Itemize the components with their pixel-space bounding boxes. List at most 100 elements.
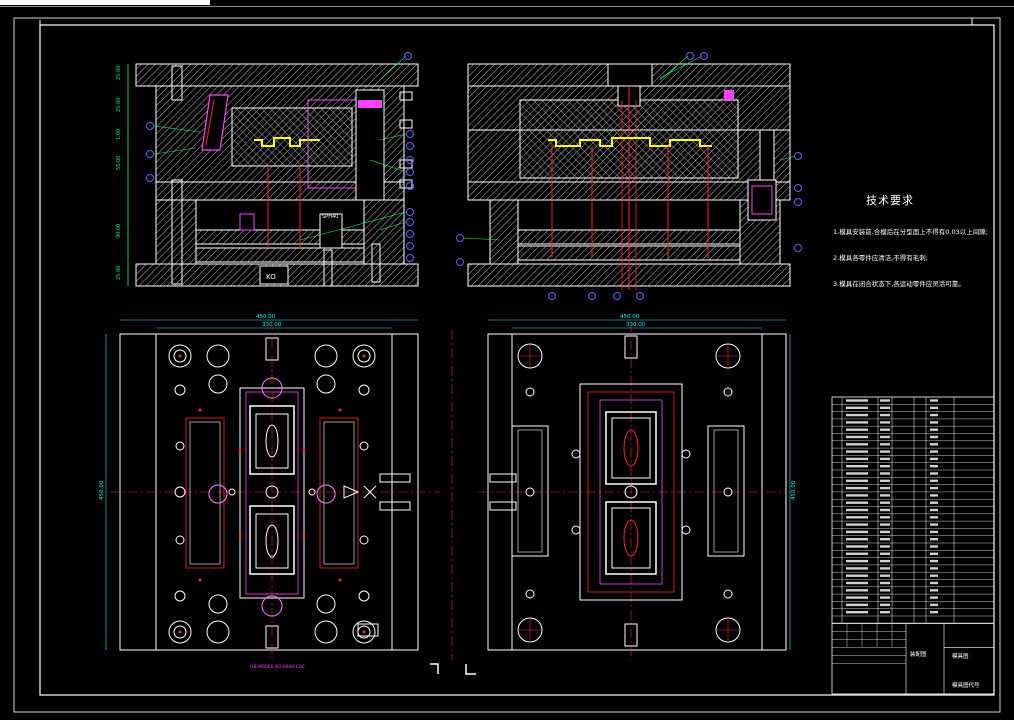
bom-cell-text — [930, 545, 938, 548]
bom-cell-text — [880, 450, 890, 453]
bom-cell-text — [846, 450, 868, 453]
plan-view-right: 450.00 330.00 450.00 — [478, 314, 800, 660]
bom-cell-text — [880, 603, 890, 607]
title-block-code: 模具图代号 — [952, 683, 980, 689]
bom-cell-text — [930, 450, 938, 453]
bom-cell-text — [846, 530, 868, 534]
bom-cell-text — [930, 413, 938, 417]
bom-cell-text — [880, 523, 890, 526]
bom-cell-text — [846, 538, 868, 541]
svg-text:90.00: 90.00 — [116, 224, 122, 238]
bom-cell-text — [930, 508, 938, 512]
tech-requirement-1: 1.模具安装前,合模后在分型面上不得有0.03以上间隙; — [833, 228, 988, 236]
bom-cell-text — [846, 457, 868, 461]
bom-cell-text — [846, 472, 868, 475]
bom-cell-text — [880, 435, 890, 439]
section-view-left: KO SPH40 25.00 25.00 1.00 55.00 90.00 25… — [116, 52, 419, 287]
bom-cell-text — [930, 559, 938, 563]
plan-view-left: 450.00 330.00 450.00 GB-M0000-A0-0000-C0… — [99, 314, 440, 670]
bom-cell-text — [880, 457, 890, 461]
bom-cell-text — [930, 465, 938, 468]
bom-cell-text — [880, 538, 890, 541]
bom-cell-text — [880, 501, 890, 504]
bom-cell-text — [846, 443, 868, 446]
bom-cell-text — [846, 574, 868, 577]
bom-cell-text — [846, 581, 868, 585]
bom-cell-text — [846, 603, 868, 607]
bom-cell-text — [930, 567, 938, 570]
bom-cell-text — [846, 479, 868, 482]
bom-cell-text — [930, 516, 938, 519]
svg-text:25.00: 25.00 — [116, 266, 122, 280]
bom-cell-text — [880, 530, 890, 534]
bom-cell-text — [880, 413, 890, 417]
bom-cell-text — [846, 428, 868, 431]
section-view-right — [456, 52, 802, 300]
bom-cell-text — [846, 494, 868, 497]
bom-cell-text — [846, 559, 868, 563]
bom-cell-text — [930, 421, 938, 424]
bom-cell-text — [930, 552, 938, 555]
bom-cell-text — [880, 596, 890, 599]
dim-top-right-inner: 330.00 — [626, 322, 646, 328]
bom-cell-text — [880, 567, 890, 570]
title-block-assembly: 装配图 — [910, 652, 927, 658]
bom-cell-text — [846, 545, 868, 548]
bom-cell-text — [880, 581, 890, 585]
bom-cell-text — [930, 501, 938, 504]
bom-cell-text — [880, 399, 890, 402]
bom-cell-text — [846, 552, 868, 555]
tech-requirement-3: 3.模具在闭合状态下,各运动零件应灵活可靠。 — [833, 280, 965, 288]
dim-top-left-width: 450.00 — [256, 314, 276, 320]
tech-requirement-2: 2.模具各零件应清洁,不得有毛刺; — [833, 254, 928, 262]
bom-cell-text — [930, 435, 938, 439]
bom-cell-text — [880, 611, 890, 614]
bom-cell-text — [880, 428, 890, 431]
bom-cell-text — [930, 523, 938, 526]
bom-cell-text — [846, 501, 868, 504]
bom-cell-text — [930, 596, 938, 599]
dim-top-right-width: 450.00 — [620, 314, 640, 320]
svg-text:SPH40: SPH40 — [322, 214, 338, 220]
svg-text:55.00: 55.00 — [116, 156, 122, 170]
bom-cell-text — [880, 559, 890, 563]
bom-cell-text — [880, 494, 890, 497]
bom-cell-text — [846, 589, 868, 592]
bom-cell-text — [880, 508, 890, 512]
bom-cell-text — [880, 406, 890, 409]
bom-cell-text — [846, 421, 868, 424]
bom-cell-text — [930, 443, 938, 446]
bom-cell-text — [846, 596, 868, 599]
bom-cell-text — [880, 421, 890, 424]
bom-cell-text — [846, 435, 868, 439]
bom-cell-text — [930, 479, 938, 482]
bom-cell-text — [930, 574, 938, 577]
bom-cell-text — [930, 494, 938, 497]
bom-cell-text — [880, 443, 890, 446]
bom-cell-text — [846, 399, 868, 402]
bom-cell-text — [846, 508, 868, 512]
bom-cell-text — [846, 611, 868, 614]
bom-cell-text — [930, 472, 938, 475]
dim-right-height: 450.00 — [791, 480, 797, 500]
bom-cell-text — [930, 428, 938, 431]
cad-drawing-canvas[interactable]: KO SPH40 25.00 25.00 1.00 55.00 90.00 25… — [0, 0, 1014, 720]
svg-text:25.00: 25.00 — [116, 66, 122, 80]
bom-cell-text — [880, 486, 890, 490]
bom-cell-text — [930, 486, 938, 490]
bottom-note: GB-M0000-A0-0000-C00 — [250, 664, 305, 670]
svg-text:KO: KO — [266, 273, 276, 281]
title-block-drawing: 模具图 — [952, 654, 969, 660]
bom-cell-text — [846, 486, 868, 490]
bom-cell-text — [846, 523, 868, 526]
dim-left-height: 450.00 — [99, 480, 105, 500]
bom-cell-text — [846, 516, 868, 519]
svg-text:1.00: 1.00 — [116, 129, 122, 140]
bom-cell-text — [930, 589, 938, 592]
bom-cell-text — [930, 406, 938, 409]
section-markers — [430, 663, 476, 675]
bom-cell-text — [880, 552, 890, 555]
bom-cell-text — [880, 516, 890, 519]
bom-cell-text — [846, 465, 868, 468]
bom-cell-text — [930, 611, 938, 614]
